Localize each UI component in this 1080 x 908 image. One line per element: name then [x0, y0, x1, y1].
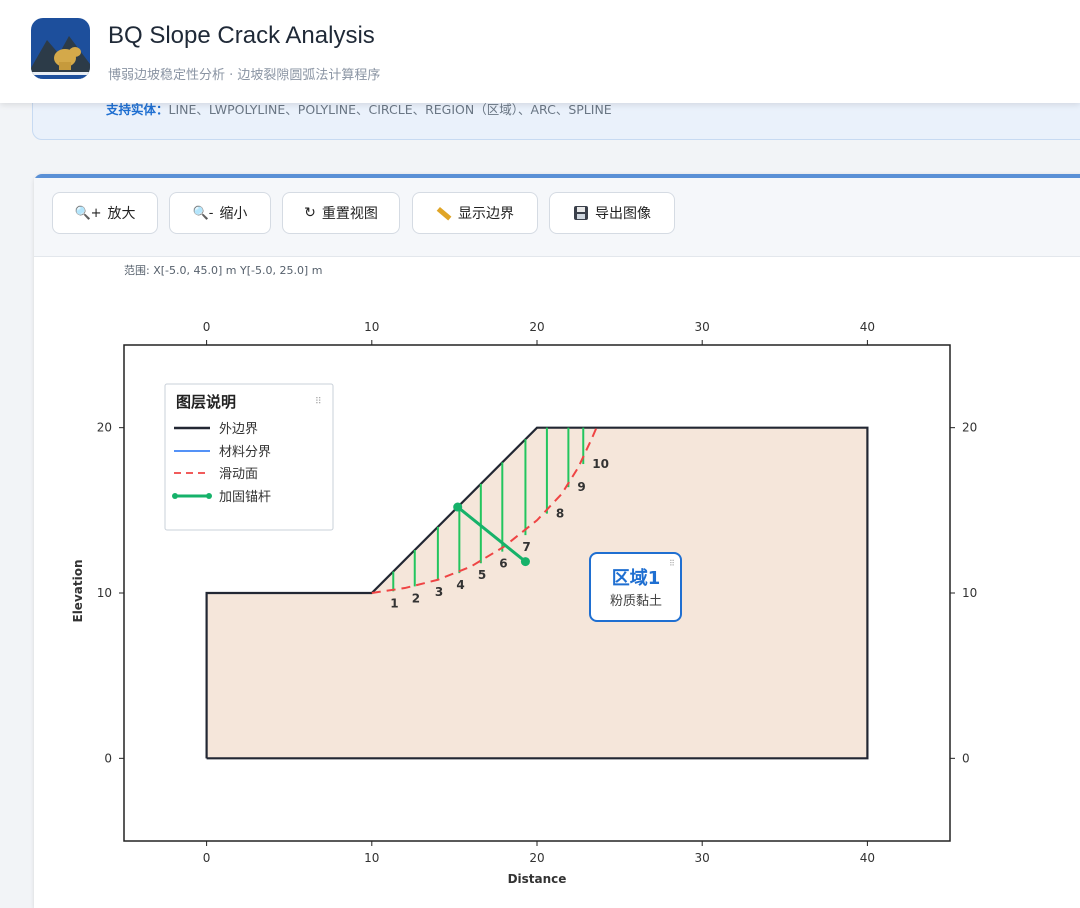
legend-anchor-dot — [172, 493, 178, 499]
x-tick-label-top: 0 — [203, 320, 211, 334]
crack-label: 10 — [592, 457, 609, 471]
region-label: 区域1 粉质黏土 ⠿ — [589, 552, 682, 622]
drag-handle-icon: ⠿ — [669, 559, 675, 568]
y-tick-label-right: 10 — [962, 586, 977, 600]
x-tick-label: 20 — [529, 851, 544, 865]
crack-label: 2 — [412, 591, 420, 605]
crack-label: 9 — [577, 480, 585, 494]
mountain-dog-logo — [31, 18, 90, 79]
app-title: BQ Slope Crack Analysis — [108, 22, 375, 49]
crack-label: 7 — [522, 540, 530, 554]
legend-item-anchor-label: 加固锚杆 — [219, 490, 271, 505]
y-axis-label: Elevation — [71, 559, 85, 622]
x-tick-label: 30 — [695, 851, 710, 865]
x-tick-label-top: 10 — [364, 320, 379, 334]
crack-label: 1 — [390, 596, 398, 610]
app-subtitle: 博弱边坡稳定性分析 · 边坡裂隙圆弧法计算程序 — [108, 68, 381, 83]
y-tick-label: 0 — [104, 751, 112, 765]
crack-label: 3 — [435, 585, 443, 599]
region-name: 区域1 — [612, 567, 661, 589]
y-tick-label: 20 — [97, 421, 112, 435]
x-axis-label: Distance — [508, 872, 567, 886]
x-tick-label-top: 30 — [695, 320, 710, 334]
legend-anchor-dot — [206, 493, 212, 499]
y-tick-label-right: 0 — [962, 751, 970, 765]
x-tick-label: 10 — [364, 851, 379, 865]
x-tick-label-top: 40 — [860, 320, 875, 334]
y-tick-label: 10 — [97, 586, 112, 600]
x-tick-label: 0 — [203, 851, 211, 865]
region-material: 粉质黏土 — [610, 593, 662, 609]
y-tick-label-right: 20 — [962, 421, 977, 435]
app-header: BQ Slope Crack Analysis 博弱边坡稳定性分析 · 边坡裂隙… — [0, 0, 1080, 103]
slope-plot[interactable]: 0 0 10 10 20 20 30 30 40 40 0 0 10 10 20 20 Distance Elev… — [0, 0, 1080, 891]
x-tick-label-top: 20 — [529, 320, 544, 334]
anchor-end — [520, 557, 530, 567]
anchor-head — [453, 502, 463, 512]
crack-label: 4 — [456, 578, 464, 592]
x-tick-label: 40 — [860, 851, 875, 865]
legend-item-material-label: 材料分界 — [219, 445, 271, 460]
legend-title: 图层说明 — [176, 393, 236, 411]
legend: 图层说明 ⠿ 外边界材料分界滑动面加固锚杆 — [164, 383, 334, 531]
crack-label: 6 — [499, 557, 507, 571]
crack-label: 5 — [478, 568, 486, 582]
legend-item-slip-label: 滑动面 — [219, 467, 258, 482]
legend-item-boundary-label: 外边界 — [219, 422, 258, 437]
drag-handle-icon: ⠿ — [315, 396, 322, 407]
crack-label: 8 — [556, 507, 564, 521]
